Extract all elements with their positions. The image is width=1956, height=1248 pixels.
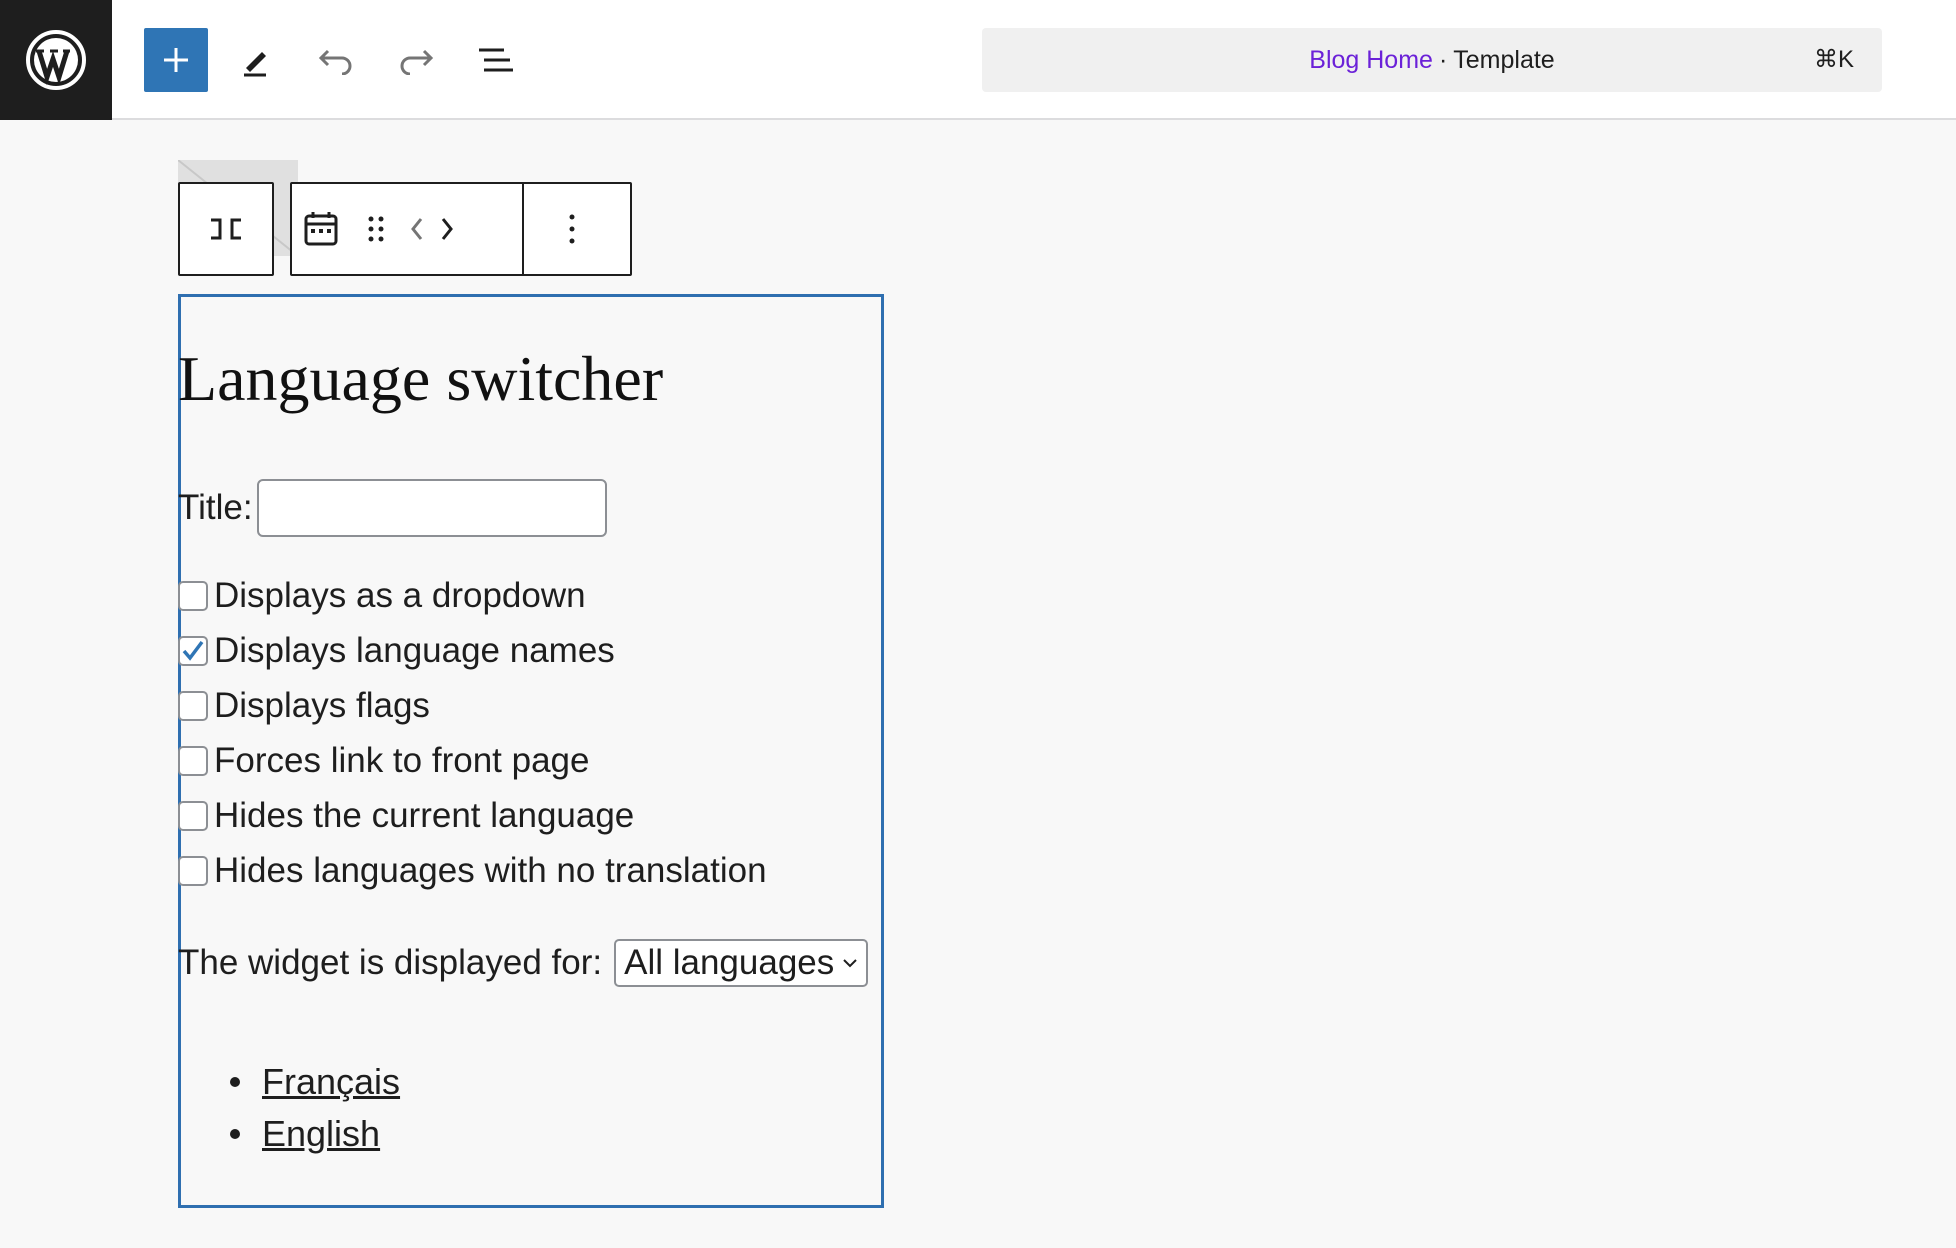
language-list: Français English xyxy=(230,1056,400,1160)
option-label: Displays flags xyxy=(214,686,430,725)
bullet xyxy=(230,1077,240,1087)
title-input[interactable] xyxy=(256,479,607,537)
template-link[interactable]: Blog Home xyxy=(1309,46,1433,75)
chevron-left-icon xyxy=(411,218,423,240)
drag-handle[interactable] xyxy=(350,184,402,274)
pencil-icon xyxy=(244,52,266,77)
move-left-button[interactable] xyxy=(402,184,432,274)
command-separator: · xyxy=(1438,45,1448,74)
title-label: Title: xyxy=(178,488,253,527)
option-label: Displays language names xyxy=(214,631,615,670)
widget-block-button[interactable] xyxy=(292,184,350,274)
template-type-label: Template xyxy=(1453,45,1555,74)
option-label: Displays as a dropdown xyxy=(214,576,586,615)
bullet xyxy=(230,1129,240,1139)
checkmark-icon xyxy=(182,640,204,661)
undo-icon xyxy=(318,49,352,75)
option-hide-untranslated[interactable]: Hides languages with no translation xyxy=(178,847,767,895)
chevron-right-icon xyxy=(441,218,453,240)
block-type-button[interactable] xyxy=(178,182,274,276)
language-link-french[interactable]: Français xyxy=(262,1061,400,1103)
widget-heading: Language switcher xyxy=(178,343,664,414)
list-item: English xyxy=(230,1108,400,1160)
redo-icon xyxy=(400,49,434,75)
redo-button[interactable] xyxy=(384,28,448,92)
more-options-icon xyxy=(569,214,575,244)
hide-current-checkbox[interactable] xyxy=(178,801,208,831)
option-front-page[interactable]: Forces link to front page xyxy=(178,737,589,785)
front-page-checkbox[interactable] xyxy=(178,746,208,776)
document-overview-button[interactable] xyxy=(464,28,528,92)
block-type-icon xyxy=(211,218,241,240)
options-button[interactable] xyxy=(524,184,620,274)
title-field-row: Title: xyxy=(178,478,607,538)
tools-button[interactable] xyxy=(224,28,288,92)
language-select-value: All languages xyxy=(624,943,835,982)
language-select[interactable]: All languages xyxy=(614,939,869,987)
move-right-button[interactable] xyxy=(432,184,462,274)
dropdown-checkbox[interactable] xyxy=(178,581,208,611)
flags-checkbox[interactable] xyxy=(178,691,208,721)
display-for-label: The widget is displayed for: xyxy=(178,943,603,982)
drag-handle-icon xyxy=(368,216,384,242)
option-dropdown[interactable]: Displays as a dropdown xyxy=(178,572,586,620)
display-for-row: The widget is displayed for: All languag… xyxy=(178,936,869,990)
undo-button[interactable] xyxy=(304,28,368,92)
add-block-button[interactable] xyxy=(144,28,208,92)
wordpress-logo-icon[interactable] xyxy=(0,0,112,120)
editor-header: Blog Home · Template ⌘K xyxy=(0,0,1956,120)
block-toolbar xyxy=(290,182,632,276)
language-names-checkbox[interactable] xyxy=(178,636,208,666)
command-shortcut: ⌘K xyxy=(1813,46,1854,73)
hide-untranslated-checkbox[interactable] xyxy=(178,856,208,886)
list-item: Français xyxy=(230,1056,400,1108)
option-label: Forces link to front page xyxy=(214,741,590,780)
option-language-names[interactable]: Displays language names xyxy=(178,627,615,675)
option-label: Hides the current language xyxy=(214,796,635,835)
language-link-english[interactable]: English xyxy=(262,1113,380,1155)
calendar-icon xyxy=(304,212,338,246)
list-view-icon xyxy=(479,48,513,72)
plus-icon xyxy=(164,48,188,72)
option-label: Hides languages with no translation xyxy=(214,851,767,890)
chevron-down-icon xyxy=(843,959,857,968)
option-flags[interactable]: Displays flags xyxy=(178,682,430,730)
command-palette-button[interactable]: Blog Home · Template ⌘K xyxy=(982,28,1882,92)
option-hide-current[interactable]: Hides the current language xyxy=(178,792,634,840)
